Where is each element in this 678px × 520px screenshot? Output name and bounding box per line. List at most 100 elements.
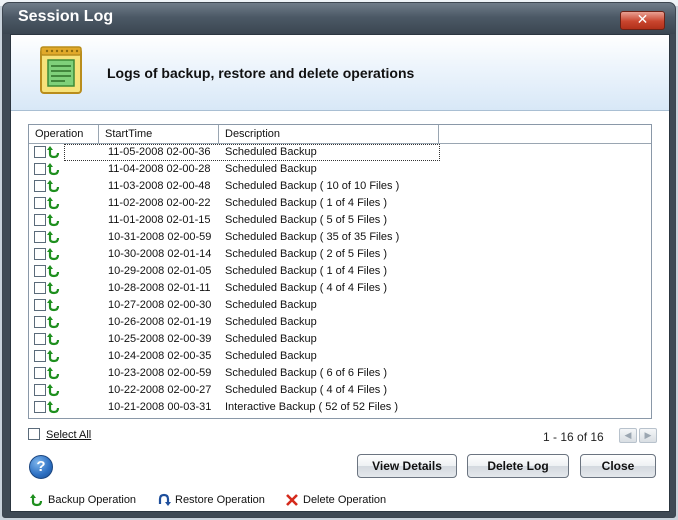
row-checkbox[interactable] [34, 299, 46, 311]
cell-description: Scheduled Backup [225, 333, 317, 345]
row-checkbox[interactable] [34, 350, 46, 362]
backup-operation-icon [47, 214, 60, 227]
select-all-checkbox[interactable]: Select All [28, 428, 91, 441]
backup-operation-icon [47, 163, 60, 176]
table-row[interactable]: 10-23-2008 02-00-59 Scheduled Backup ( 6 … [29, 365, 651, 382]
cell-start-time: 10-30-2008 02-01-14 [108, 248, 212, 260]
table-row[interactable]: 10-21-2008 00-03-31 Interactive Backup ( … [29, 399, 651, 416]
cell-description: Scheduled Backup ( 4 of 4 Files ) [225, 384, 388, 396]
view-details-button[interactable]: View Details [357, 454, 457, 478]
backup-operation-icon [47, 299, 60, 312]
cell-start-time: 10-26-2008 02-01-19 [108, 316, 212, 328]
prev-page-button[interactable]: ◀ [619, 428, 637, 443]
table-row[interactable]: 11-03-2008 02-00-48 Scheduled Backup ( 10… [29, 178, 651, 195]
row-checkbox[interactable] [34, 163, 46, 175]
session-log-dialog: Session Log ✕ Logs of backup, restore an… [2, 2, 676, 518]
backup-operation-icon [47, 384, 60, 397]
backup-operation-icon [30, 494, 43, 507]
table-row[interactable]: 10-29-2008 02-01-05 Scheduled Backup ( 1 … [29, 263, 651, 280]
close-button[interactable]: Close [580, 454, 656, 478]
column-header-operation[interactable]: Operation [29, 125, 99, 143]
dialog-body: Logs of backup, restore and delete opera… [10, 34, 670, 512]
cell-start-time: 11-01-2008 02-01-15 [108, 214, 211, 226]
pager-text: 1 - 16 of 16 [543, 430, 604, 444]
restore-operation-icon [158, 493, 171, 506]
row-checkbox[interactable] [34, 333, 46, 345]
row-checkbox[interactable] [34, 231, 46, 243]
header-banner: Logs of backup, restore and delete opera… [11, 35, 669, 111]
cell-start-time: 10-22-2008 02-00-27 [108, 384, 212, 396]
help-icon[interactable]: ? [29, 455, 53, 479]
cell-start-time: 10-24-2008 02-00-35 [108, 350, 212, 362]
title-bar[interactable]: Session Log ✕ [3, 3, 675, 34]
delete-log-button[interactable]: Delete Log [467, 454, 569, 478]
cell-description: Scheduled Backup ( 10 of 10 Files ) [225, 180, 400, 192]
legend-delete-label: Delete Operation [303, 494, 387, 506]
row-checkbox[interactable] [34, 214, 46, 226]
backup-operation-icon [47, 231, 60, 244]
select-all-label: Select All [46, 429, 92, 441]
table-row[interactable]: 11-05-2008 02-00-36 Scheduled Backup [29, 144, 651, 161]
log-notepad-icon [40, 46, 82, 94]
cell-description: Interactive Backup ( 52 of 52 Files ) [225, 401, 399, 413]
row-checkbox[interactable] [34, 282, 46, 294]
column-header-description[interactable]: Description [219, 125, 439, 143]
cell-start-time: 10-21-2008 00-03-31 [108, 401, 212, 413]
cell-start-time: 10-29-2008 02-01-05 [108, 265, 212, 277]
cell-start-time: 11-04-2008 02-00-28 [108, 163, 211, 175]
row-checkbox[interactable] [34, 316, 46, 328]
table-row[interactable]: 10-25-2008 02-00-39 Scheduled Backup [29, 331, 651, 348]
cell-description: Scheduled Backup [225, 163, 317, 175]
table-row[interactable]: 10-28-2008 02-01-11 Scheduled Backup ( 4 … [29, 280, 651, 297]
backup-operation-icon [47, 146, 60, 159]
cell-description: Scheduled Backup ( 6 of 6 Files ) [225, 367, 388, 379]
backup-operation-icon [47, 180, 60, 193]
legend-restore-label: Restore Operation [175, 494, 265, 506]
banner-heading: Logs of backup, restore and delete opera… [107, 65, 415, 81]
cell-start-time: 10-27-2008 02-00-30 [108, 299, 212, 311]
row-checkbox[interactable] [34, 197, 46, 209]
table-row[interactable]: 11-04-2008 02-00-28 Scheduled Backup [29, 161, 651, 178]
row-checkbox[interactable] [34, 384, 46, 396]
backup-operation-icon [47, 282, 60, 295]
window-title: Session Log [18, 8, 114, 25]
backup-operation-icon [47, 197, 60, 210]
backup-operation-icon [47, 265, 60, 278]
row-checkbox[interactable] [34, 248, 46, 260]
cell-start-time: 10-31-2008 02-00-59 [108, 231, 212, 243]
backup-operation-icon [47, 401, 60, 414]
row-checkbox[interactable] [34, 367, 46, 379]
row-checkbox[interactable] [34, 180, 46, 192]
select-all-box[interactable] [28, 428, 40, 440]
row-checkbox[interactable] [34, 146, 46, 158]
table-row[interactable]: 10-26-2008 02-01-19 Scheduled Backup [29, 314, 651, 331]
table-row[interactable]: 10-27-2008 02-00-30 Scheduled Backup [29, 297, 651, 314]
row-checkbox[interactable] [34, 401, 46, 413]
cell-description: Scheduled Backup [225, 350, 317, 362]
cell-description: Scheduled Backup ( 5 of 5 Files ) [225, 214, 388, 226]
backup-operation-icon [47, 316, 60, 329]
cell-description: Scheduled Backup ( 2 of 5 Files ) [225, 248, 388, 260]
table-header: Operation StartTime Description [29, 125, 651, 144]
cell-description: Scheduled Backup ( 4 of 4 Files ) [225, 282, 388, 294]
backup-operation-icon [47, 350, 60, 363]
cell-description: Scheduled Backup ( 1 of 4 Files ) [225, 265, 388, 277]
table-row[interactable]: 11-01-2008 02-01-15 Scheduled Backup ( 5 … [29, 212, 651, 229]
cell-description: Scheduled Backup ( 35 of 35 Files ) [225, 231, 400, 243]
column-header-starttime[interactable]: StartTime [99, 125, 219, 143]
table-row[interactable]: 10-22-2008 02-00-27 Scheduled Backup ( 4 … [29, 382, 651, 399]
table-row[interactable]: 11-02-2008 02-00-22 Scheduled Backup ( 1 … [29, 195, 651, 212]
cell-start-time: 11-03-2008 02-00-48 [108, 180, 211, 192]
table-row[interactable]: 10-24-2008 02-00-35 Scheduled Backup [29, 348, 651, 365]
table-row[interactable]: 10-30-2008 02-01-14 Scheduled Backup ( 2 … [29, 246, 651, 263]
title-close-button[interactable]: ✕ [620, 11, 665, 30]
column-header-empty [439, 125, 650, 143]
row-checkbox[interactable] [34, 265, 46, 277]
backup-operation-icon [47, 333, 60, 346]
table-row[interactable]: 10-31-2008 02-00-59 Scheduled Backup ( 35… [29, 229, 651, 246]
cell-start-time: 11-02-2008 02-00-22 [108, 197, 211, 209]
backup-operation-icon [47, 367, 60, 380]
cell-start-time: 11-05-2008 02-00-36 [108, 146, 211, 158]
session-log-table[interactable]: Operation StartTime Description 11-05-20… [28, 124, 652, 419]
next-page-button[interactable]: ▶ [639, 428, 657, 443]
